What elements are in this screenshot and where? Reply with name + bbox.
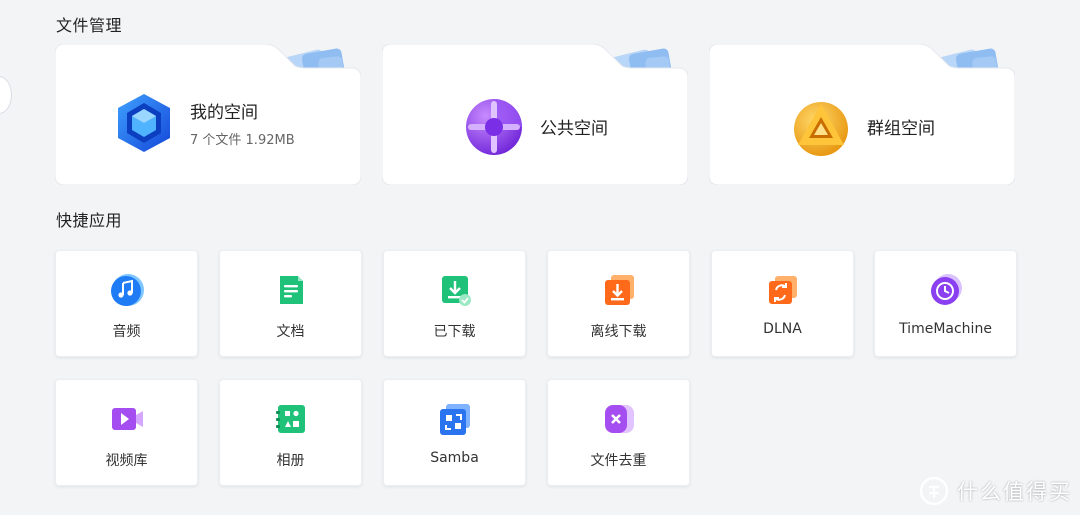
app-tile-offline-download[interactable]: 离线下载 — [547, 250, 690, 357]
app-label: 音频 — [112, 324, 141, 340]
smzdm-logo-icon — [919, 476, 949, 506]
folder-card-public-space[interactable]: 公共空间 — [382, 44, 688, 185]
clock-history-icon — [930, 274, 962, 305]
app-label: 相册 — [276, 453, 305, 469]
blue-cube-icon — [118, 93, 170, 152]
app-label: 已下载 — [433, 324, 476, 340]
app-label: 视频库 — [105, 453, 148, 469]
app-label: 离线下载 — [590, 324, 647, 340]
dedupe-icon — [604, 405, 634, 433]
document-icon — [279, 276, 303, 304]
app-tile-samba[interactable]: Samba — [383, 379, 526, 486]
app-tile-dlna[interactable]: DLNA — [711, 250, 854, 357]
purple-sphere-icon — [466, 98, 522, 155]
music-note-icon — [110, 274, 144, 306]
offline-download-icon — [604, 275, 634, 305]
folder-card-group-space[interactable]: 群组空间 — [709, 44, 1015, 185]
samba-share-icon — [439, 404, 470, 435]
app-label: 文件去重 — [590, 453, 647, 469]
app-tile-video-library[interactable]: 视频库 — [55, 379, 198, 486]
folder-name: 我的空间 — [190, 102, 258, 123]
app-tile-timemachine[interactable]: TimeMachine — [874, 250, 1017, 357]
sidebar-collapse-handle[interactable] — [0, 76, 12, 114]
download-done-icon — [441, 276, 471, 306]
watermark: 什么值得买 — [919, 476, 1072, 506]
app-label: 文档 — [276, 324, 305, 340]
app-tile-downloaded[interactable]: 已下载 — [383, 250, 526, 357]
folder-card-my-space[interactable]: 我的空间 7 个文件 1.92MB — [55, 44, 361, 185]
file-manager-page: 文件管理 我的空间 7 个文件 1.92MB 公共空间 群组空间 快捷应用 音频… — [0, 0, 1080, 515]
photo-album-icon — [275, 405, 305, 433]
app-label: DLNA — [763, 321, 802, 337]
app-tile-audio[interactable]: 音频 — [55, 250, 198, 357]
gold-triangle-icon — [794, 101, 848, 156]
folder-name: 群组空间 — [867, 119, 935, 139]
section-title-file-management: 文件管理 — [56, 16, 123, 35]
app-tile-dedupe[interactable]: 文件去重 — [547, 379, 690, 486]
dlna-cast-icon — [768, 276, 797, 304]
folder-name: 公共空间 — [540, 119, 608, 139]
app-label: Samba — [430, 450, 479, 466]
watermark-text: 什么值得买 — [957, 480, 1072, 504]
video-icon — [111, 408, 143, 430]
section-title-quick-apps: 快捷应用 — [56, 211, 123, 230]
app-tile-album[interactable]: 相册 — [219, 379, 362, 486]
app-tile-docs[interactable]: 文档 — [219, 250, 362, 357]
app-label: TimeMachine — [899, 321, 992, 337]
folder-file-count: 7 个文件 1.92MB — [190, 132, 295, 148]
